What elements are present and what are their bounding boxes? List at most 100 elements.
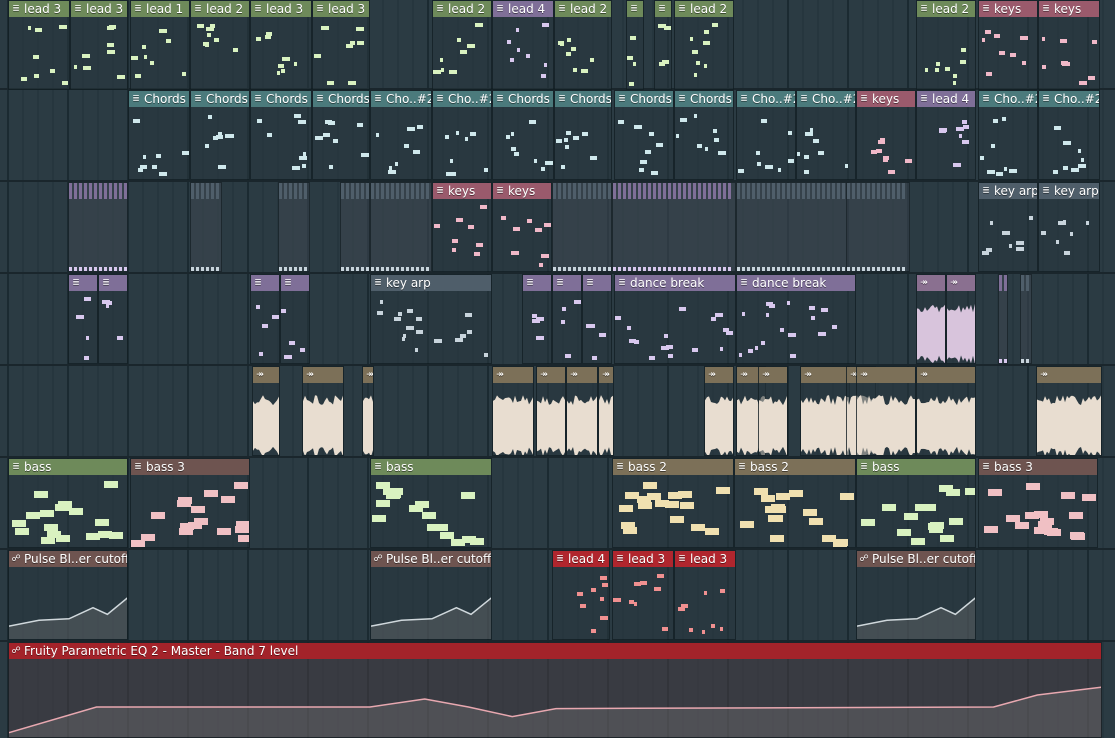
playlist-clip-cho-2[interactable]: ≣ Cho..#2 — [1038, 90, 1100, 180]
playlist-clip-bass-3[interactable]: ≣ bass 3 — [978, 458, 1098, 548]
clip-header[interactable]: ≣ bass 2 — [735, 459, 855, 475]
clip-header[interactable]: ≣ Chords — [615, 91, 673, 107]
playlist-clip-lead-3[interactable]: ≣ lead 3 — [250, 0, 312, 90]
playlist-clip-dense[interactable] — [370, 182, 432, 272]
clip-header[interactable]: ≣ lead 2 — [917, 1, 975, 17]
playlist-clip-dense[interactable] — [278, 182, 310, 272]
clip-header[interactable]: ≣ — [655, 1, 671, 17]
clip-header[interactable]: ≣ lead 4 — [493, 1, 553, 17]
playlist-clip-audio[interactable]: ↠ — [598, 366, 614, 456]
clip-header[interactable]: ≣ dance break — [737, 275, 855, 291]
playlist-clip-lead-3[interactable]: ≣ lead 3 — [674, 550, 736, 640]
clip-header[interactable]: ≣ Cho..#2 — [737, 91, 795, 107]
playlist-clip-bass[interactable]: ≣ bass — [856, 458, 976, 548]
clip-header[interactable]: ↠ — [537, 367, 565, 383]
clip-header[interactable]: ≣ keys — [1039, 1, 1099, 17]
playlist-clip-lead-3[interactable]: ≣ lead 3 — [70, 0, 128, 90]
playlist-clip-chords[interactable]: ≣ Chords — [614, 90, 674, 180]
playlist-clip-lead-2[interactable]: ≣ lead 2 — [432, 0, 492, 90]
playlist-clip-pattern[interactable]: ≣ — [582, 274, 612, 364]
playlist-clip-audio[interactable]: ↠ — [302, 366, 344, 456]
clip-header[interactable]: ≣ Cho..#2 — [797, 91, 855, 107]
playlist-clip-chords[interactable]: ≣ Chords — [492, 90, 554, 180]
playlist-clip-lead-2[interactable]: ≣ lead 2 — [190, 0, 250, 90]
clip-header[interactable]: ↠ — [493, 367, 533, 383]
playlist-clip-dense[interactable] — [736, 182, 848, 272]
clip-header[interactable]: ↠ — [363, 367, 373, 383]
clip-header[interactable]: ≣ Chords — [555, 91, 611, 107]
playlist-clip-pattern[interactable]: ≣ — [654, 0, 672, 90]
playlist-clip-dense[interactable] — [552, 182, 612, 272]
clip-header[interactable]: ≣ — [627, 1, 643, 17]
clip-header[interactable]: ≣ — [523, 275, 551, 291]
playlist-clip-bass-2[interactable]: ≣ bass 2 — [734, 458, 856, 548]
clip-header[interactable]: ≣ Cho..#2 — [433, 91, 491, 107]
clip-header[interactable]: ↠ — [759, 367, 787, 383]
clip-header[interactable]: ≣ Chords — [675, 91, 733, 107]
clip-header[interactable]: ↠ — [857, 367, 915, 383]
playlist-clip-audio[interactable]: ↠ — [362, 366, 374, 456]
playlist-clip-pattern[interactable]: ≣ — [250, 274, 280, 364]
clip-header[interactable]: ≣ lead 3 — [313, 1, 369, 17]
playlist-clip-dense[interactable] — [1020, 274, 1032, 364]
clip-header[interactable]: ≣ — [99, 275, 127, 291]
playlist-clip-key-arp[interactable]: ≣ key arp — [370, 274, 492, 364]
playlist-clip-lead-4[interactable]: ≣ lead 4 — [552, 550, 610, 640]
playlist-clip-cho-2[interactable]: ≣ Cho..#2 — [978, 90, 1038, 180]
clip-header[interactable]: ≣ — [281, 275, 309, 291]
playlist-clip-chords[interactable]: ≣ Chords — [554, 90, 612, 180]
playlist-clip-lead-2[interactable]: ≣ lead 2 — [674, 0, 734, 90]
clip-header[interactable]: ≣ Chords — [493, 91, 553, 107]
clip-header[interactable]: ↠ — [599, 367, 613, 383]
clip-header[interactable]: ≣ Cho..#2 — [1039, 91, 1099, 107]
clip-header[interactable]: ≣ Chords — [129, 91, 189, 107]
playlist-clip-lead-4[interactable]: ≣ lead 4 — [492, 0, 554, 90]
clip-header[interactable]: ↠ — [947, 275, 975, 291]
playlist-clip-lead-1[interactable]: ≣ lead 1 — [130, 0, 190, 90]
playlist-clip-key-arp[interactable]: ≣ key arp — [978, 182, 1038, 272]
clip-header[interactable]: ≣ Cho..#2 — [979, 91, 1037, 107]
playlist-clip-lead-2[interactable]: ≣ lead 2 — [554, 0, 612, 90]
clip-header[interactable]: ≣ Chords — [251, 91, 311, 107]
clip-header[interactable]: ≣ lead 2 — [675, 1, 733, 17]
playlist-clip-audio[interactable]: ↠ — [252, 366, 280, 456]
clip-header[interactable]: ≣ — [583, 275, 611, 291]
playlist-clip-keys[interactable]: ≣ keys — [1038, 0, 1100, 90]
clip-header[interactable]: ≣ bass 3 — [131, 459, 249, 475]
clip-header[interactable]: ≣ lead 3 — [613, 551, 673, 567]
clip-header[interactable]: ↠ — [801, 367, 849, 383]
clip-header[interactable]: ↠ — [1037, 367, 1101, 383]
playlist-clip-audio[interactable]: ↠ — [536, 366, 566, 456]
playlist-clip-audio[interactable]: ↠ — [566, 366, 598, 456]
clip-header[interactable]: ☍ Pulse Bl..er cutoff — [857, 551, 975, 567]
clip-header[interactable]: ≣ lead 2 — [433, 1, 491, 17]
clip-header[interactable]: ≣ bass 2 — [613, 459, 733, 475]
playlist-clip-pulse-bl-er-cutoff[interactable]: ☍ Pulse Bl..er cutoff — [370, 550, 492, 640]
clip-header[interactable]: ≣ lead 2 — [555, 1, 611, 17]
clip-header[interactable]: ↠ — [303, 367, 343, 383]
clip-header[interactable]: ≣ key arp — [371, 275, 491, 291]
clip-header[interactable]: ↠ — [567, 367, 597, 383]
playlist-clip-keys[interactable]: ≣ keys — [432, 182, 492, 272]
clip-header[interactable]: ↠ — [253, 367, 279, 383]
clip-header[interactable]: ↠ — [705, 367, 733, 383]
clip-header[interactable]: ≣ keys — [979, 1, 1037, 17]
playlist-clip-pulse-bl-er-cutoff[interactable]: ☍ Pulse Bl..er cutoff — [856, 550, 976, 640]
clip-header[interactable]: ≣ lead 3 — [251, 1, 311, 17]
clip-header[interactable]: ≣ lead 3 — [71, 1, 127, 17]
clip-header[interactable]: ≣ Chords — [191, 91, 249, 107]
clip-header[interactable]: ≣ keys — [433, 183, 491, 199]
clip-header[interactable]: ☍ Pulse Bl..er cutoff — [9, 551, 127, 567]
playlist-clip-lead-3[interactable]: ≣ lead 3 — [312, 0, 370, 90]
playlist-clip-lead-3[interactable]: ≣ lead 3 — [8, 0, 70, 90]
playlist-clip-pattern[interactable]: ≣ — [552, 274, 582, 364]
playlist-clip-chords[interactable]: ≣ Chords — [674, 90, 734, 180]
playlist-clip-pattern[interactable]: ≣ — [98, 274, 128, 364]
playlist-clip-cho-2[interactable]: ≣ Cho..#2 — [796, 90, 856, 180]
playlist-clip-audio[interactable]: ↠ — [758, 366, 788, 456]
playlist-clip-dense[interactable] — [68, 182, 128, 272]
playlist-clip-cho-2[interactable]: ≣ Cho..#2 — [736, 90, 796, 180]
playlist-clip-cho-2[interactable]: ≣ Cho..#2 — [370, 90, 432, 180]
playlist-clip-dense[interactable] — [998, 274, 1008, 364]
clip-header[interactable]: ≣ key arp — [1039, 183, 1099, 199]
